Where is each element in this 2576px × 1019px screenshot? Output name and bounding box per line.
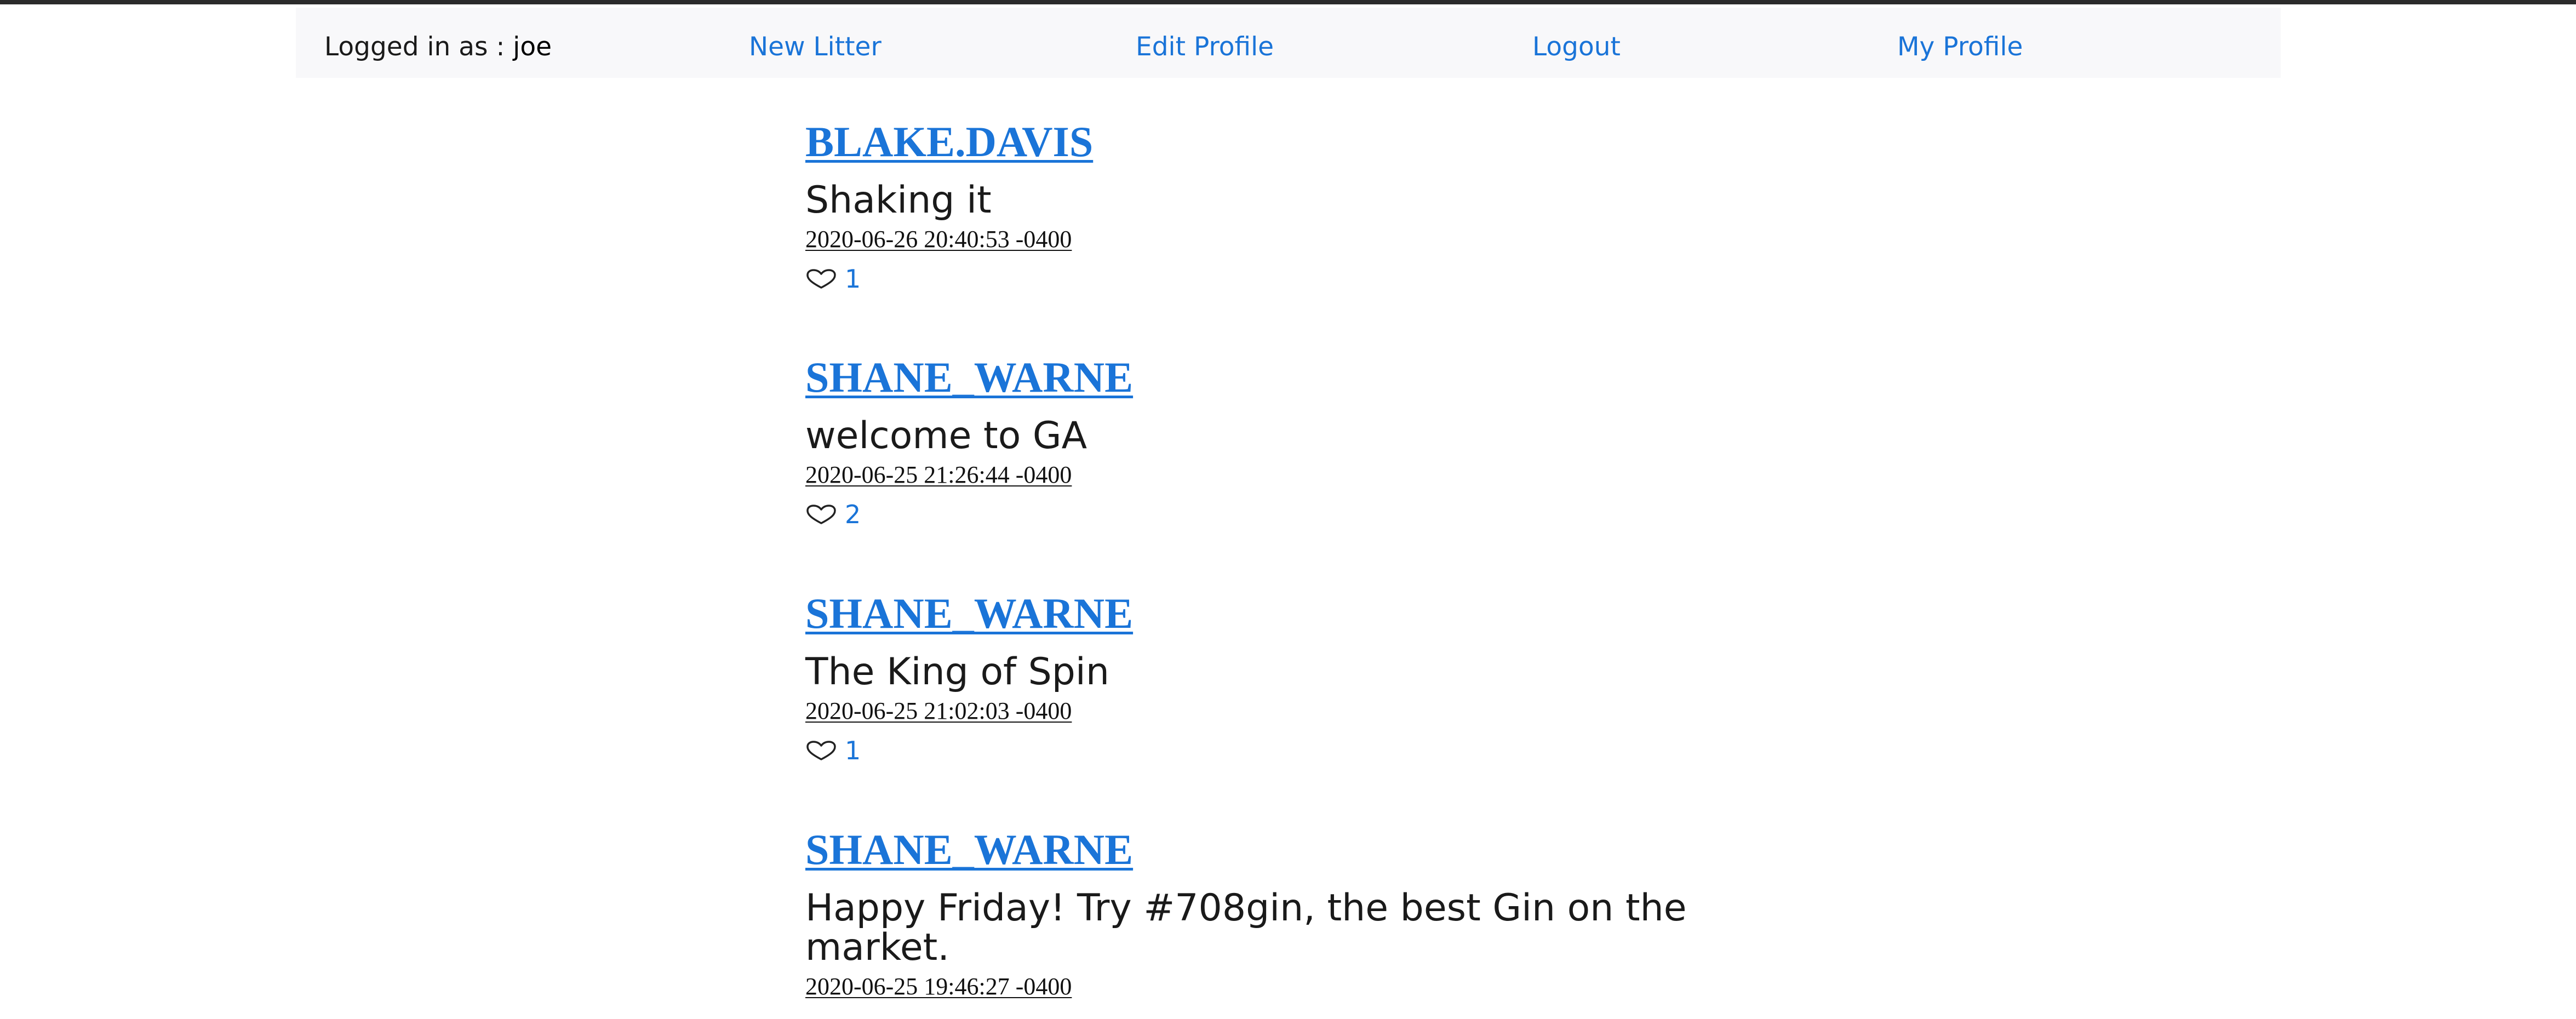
post-likes: 2 <box>805 501 1737 528</box>
post-text: Happy Friday! Try #708gin, the best Gin … <box>805 886 1687 969</box>
heart-icon[interactable] <box>805 503 837 525</box>
post-timestamp: 2020-06-25 21:02:03 -0400 <box>805 697 1072 724</box>
feed-post: SHANE_WARNE welcome to GA 2020-06-25 21:… <box>805 353 1737 528</box>
post-text: The King of Spin <box>805 650 1109 694</box>
feed-post: SHANE_WARNE The King of Spin 2020-06-25 … <box>805 589 1737 764</box>
post-likes: 1 <box>805 265 1737 293</box>
post-author-link[interactable]: BLAKE.DAVIS <box>805 117 1737 167</box>
feed-post: BLAKE.DAVIS Shaking it 2020-06-26 20:40:… <box>805 117 1737 293</box>
heart-icon[interactable] <box>805 268 837 290</box>
post-likes: 1 <box>805 737 1737 764</box>
logged-in-status: Logged in as : joe <box>324 31 552 64</box>
post-author-link[interactable]: SHANE_WARNE <box>805 353 1737 402</box>
post-text: welcome to GA <box>805 414 1087 457</box>
post-text: Shaking it <box>805 179 992 222</box>
like-count: 1 <box>845 264 861 294</box>
feed-post: SHANE_WARNE Happy Friday! Try #708gin, t… <box>805 825 1737 1000</box>
heart-icon[interactable] <box>805 740 837 762</box>
post-timestamp: 2020-06-25 21:26:44 -0400 <box>805 461 1072 488</box>
logged-in-label: Logged in as : <box>324 32 513 62</box>
logged-in-username: joe <box>513 32 552 62</box>
post-author-link[interactable]: SHANE_WARNE <box>805 825 1737 874</box>
post-timestamp: 2020-06-25 19:46:27 -0400 <box>805 973 1072 1000</box>
my-profile-link[interactable]: My Profile <box>1897 31 2023 64</box>
litter-feed: BLAKE.DAVIS Shaking it 2020-06-26 20:40:… <box>805 0 1737 1019</box>
like-count: 1 <box>845 736 861 765</box>
like-count: 2 <box>845 500 861 529</box>
post-author-link[interactable]: SHANE_WARNE <box>805 589 1737 638</box>
post-timestamp: 2020-06-26 20:40:53 -0400 <box>805 226 1072 253</box>
